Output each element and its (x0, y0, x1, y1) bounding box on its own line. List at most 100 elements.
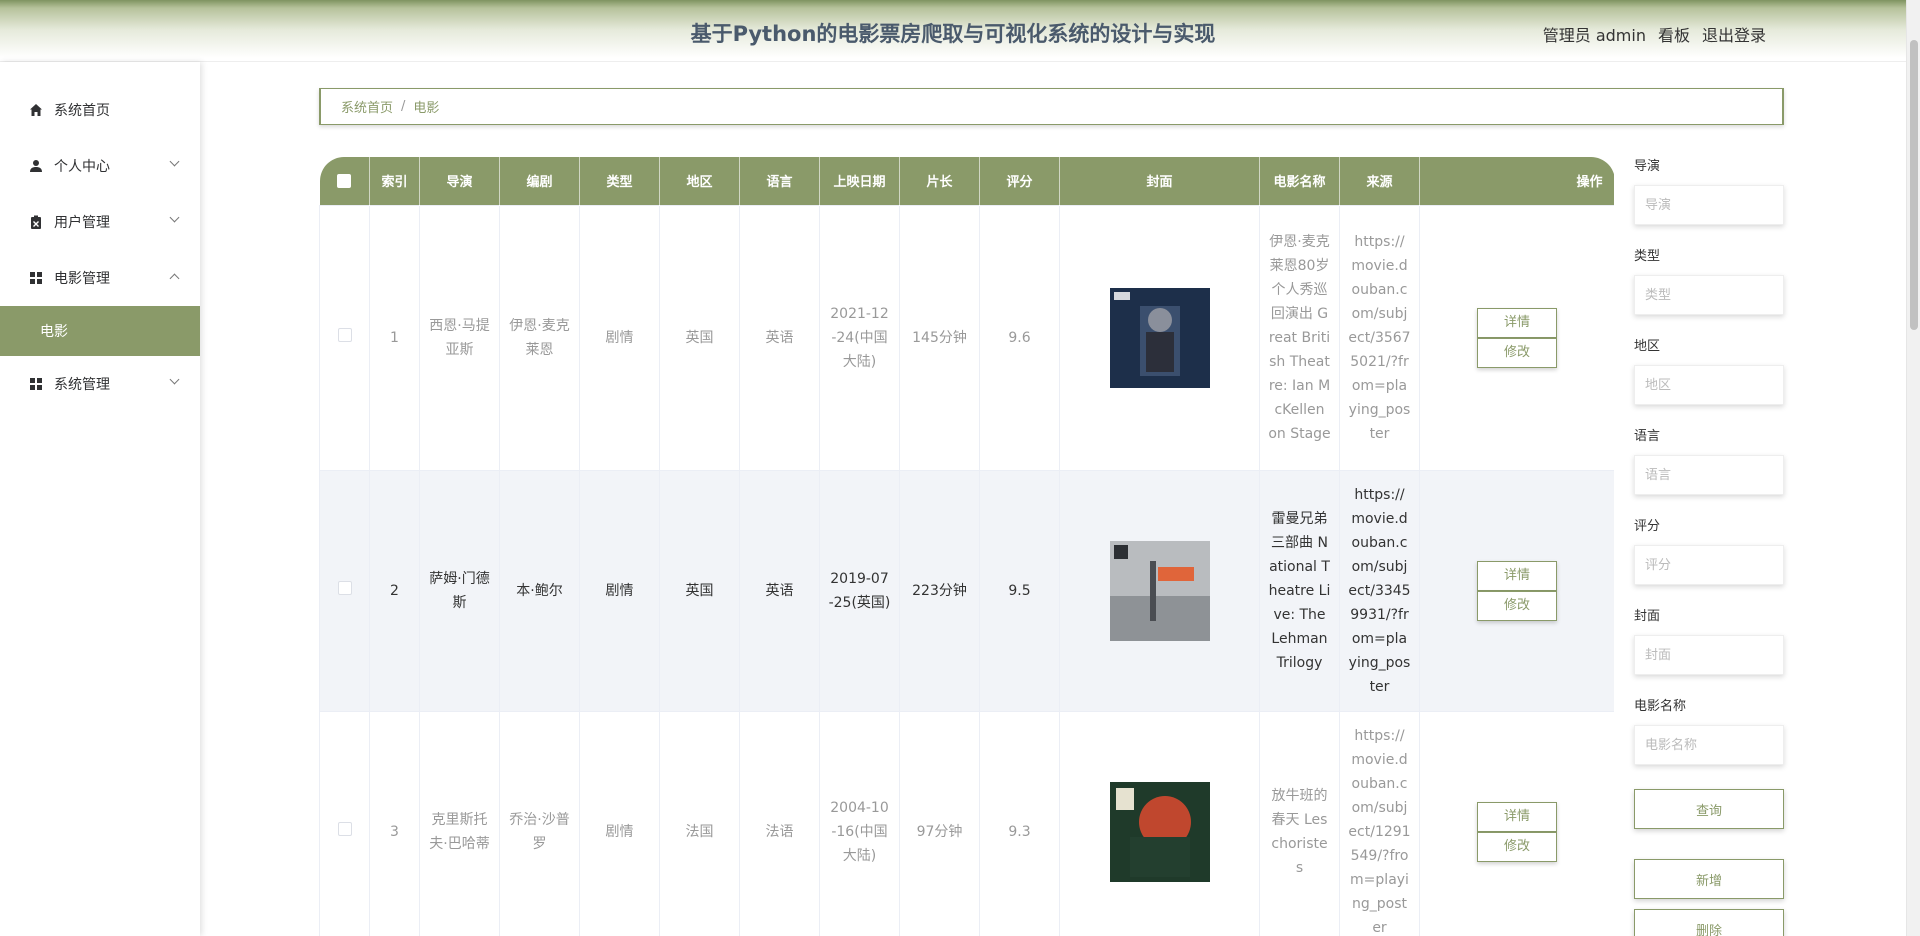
cell-genre: 剧情 (579, 204, 660, 471)
title-label: 电影名称 (1634, 699, 1687, 714)
edit-button[interactable]: 修改 (1477, 590, 1557, 621)
breadcrumb-home-link[interactable]: 系统首页 (341, 97, 393, 116)
cell-rating: 9.5 (979, 469, 1060, 712)
board-link[interactable]: 看板 (1658, 22, 1690, 46)
table-row: 1 西恩·马提亚斯 伊恩·麦克莱恩 剧情 英国 英语 2021-12-24(中国… (319, 204, 1614, 471)
edit-button[interactable]: 修改 (1477, 831, 1557, 862)
genre-input[interactable] (1634, 275, 1784, 315)
column-header-genre: 类型 (579, 157, 660, 205)
cell-title: 雷曼兄弟三部曲 National Theatre Live: The Lehma… (1259, 469, 1340, 712)
cell-release-date: 2019-07-25(英国) (819, 469, 900, 712)
cell-source: https://movie.douban.com/subject/1291549… (1339, 710, 1420, 936)
top-header: 基于Python的电影票房爬取与可视化系统的设计与实现 管理员 admin 看板… (0, 0, 1906, 62)
cell-genre: 剧情 (579, 710, 660, 936)
cell-language: 法语 (739, 710, 820, 936)
cell-actions: 详情 修改 (1419, 469, 1614, 712)
cell-cover (1059, 204, 1260, 471)
row-checkbox[interactable] (319, 204, 370, 471)
cell-source: https://movie.douban.com/subject/3567502… (1339, 204, 1420, 471)
sidebar-item-label: 个人中心 (54, 159, 110, 175)
cell-index: 1 (369, 204, 420, 471)
title-input[interactable] (1634, 725, 1784, 765)
cell-region: 英国 (659, 204, 740, 471)
row-checkbox[interactable] (319, 469, 370, 712)
cell-duration: 223分钟 (899, 469, 980, 712)
cell-release-date: 2021-12-24(中国大陆) (819, 204, 900, 471)
genre-label: 类型 (1634, 249, 1661, 264)
language-input[interactable] (1634, 455, 1784, 495)
sidebar-item-home[interactable]: 系统首页 (0, 82, 200, 138)
cell-writer: 乔治·沙普罗 (499, 710, 580, 936)
sidebar-item-label: 系统首页 (54, 103, 110, 119)
cell-director: 萨姆·门德斯 (419, 469, 500, 712)
sidebar-item-personal-center[interactable]: 个人中心 (0, 138, 200, 194)
cell-genre: 剧情 (579, 469, 660, 712)
detail-button[interactable]: 详情 (1477, 560, 1557, 591)
column-header-language: 语言 (739, 157, 820, 205)
cell-language: 英语 (739, 204, 820, 471)
sidebar-item-user-management[interactable]: 用户管理 (0, 194, 200, 250)
region-label: 地区 (1634, 339, 1661, 354)
rating-input[interactable] (1634, 545, 1784, 585)
column-header-index: 索引 (369, 157, 420, 205)
director-input[interactable] (1634, 185, 1784, 225)
chevron-down-icon (169, 156, 180, 167)
cell-writer: 伊恩·麦克莱恩 (499, 204, 580, 471)
scrollbar-thumb[interactable] (1910, 40, 1918, 330)
rating-label: 评分 (1634, 519, 1661, 534)
query-button[interactable]: 查询 (1634, 789, 1784, 829)
movie-poster-image[interactable] (1109, 540, 1210, 641)
delete-button[interactable]: 删除 (1634, 909, 1784, 936)
cell-release-date: 2004-10-16(中国大陆) (819, 710, 900, 936)
select-all-checkbox[interactable] (319, 157, 370, 205)
cell-source: https://movie.douban.com/subject/3345993… (1339, 469, 1420, 712)
cell-director: 克里斯托夫·巴哈蒂 (419, 710, 500, 936)
sidebar-subitem-movie[interactable]: 电影 (0, 306, 200, 356)
cell-title: 放牛班的春天 Les choristes (1259, 710, 1340, 936)
user-icon (28, 158, 44, 174)
language-label: 语言 (1634, 429, 1661, 444)
edit-button[interactable]: 修改 (1477, 337, 1557, 368)
cell-duration: 97分钟 (899, 710, 980, 936)
column-header-actions: 操作 (1419, 157, 1614, 205)
home-icon (28, 102, 44, 118)
clipboard-icon (28, 214, 44, 230)
movie-poster-image[interactable] (1109, 287, 1210, 388)
column-header-cover: 封面 (1059, 157, 1260, 205)
add-button[interactable]: 新增 (1634, 859, 1784, 899)
breadcrumb: 系统首页 / 电影 (319, 88, 1784, 125)
breadcrumb-current: 电影 (413, 101, 440, 116)
cell-index: 2 (369, 469, 420, 712)
page-scrollbar[interactable] (1906, 0, 1920, 936)
chevron-down-icon (169, 374, 180, 385)
table-row: 3 克里斯托夫·巴哈蒂 乔治·沙普罗 剧情 法国 法语 2004-10-16(中… (319, 710, 1614, 936)
detail-button[interactable]: 详情 (1477, 307, 1557, 338)
cell-index: 3 (369, 710, 420, 936)
cover-input[interactable] (1634, 635, 1784, 675)
column-header-release-date: 上映日期 (819, 157, 900, 205)
cell-title: 伊恩·麦克莱恩80岁个人秀巡回演出 Great British Theatre:… (1259, 204, 1340, 471)
cell-rating: 9.6 (979, 204, 1060, 471)
search-panel: 导演 类型 地区 语言 评分 封面 电影名称 查询 新增 删除 (1634, 157, 1784, 936)
cell-rating: 9.3 (979, 710, 1060, 936)
cell-duration: 145分钟 (899, 204, 980, 471)
movie-poster-image[interactable] (1109, 781, 1210, 882)
sidebar-item-label: 系统管理 (54, 377, 110, 393)
grid-icon (28, 376, 44, 392)
column-header-rating: 评分 (979, 157, 1060, 205)
column-header-region: 地区 (659, 157, 740, 205)
table-header-row: 索引 导演 编剧 类型 地区 语言 上映日期 片长 评分 封面 电影名称 来源 … (319, 157, 1614, 205)
region-input[interactable] (1634, 365, 1784, 405)
sidebar-item-movie-management[interactable]: 电影管理 (0, 250, 200, 306)
header-user-area: 管理员 admin 看板 退出登录 (1543, 22, 1766, 46)
movie-table: 索引 导演 编剧 类型 地区 语言 上映日期 片长 评分 封面 电影名称 来源 … (319, 157, 1614, 936)
detail-button[interactable]: 详情 (1477, 801, 1557, 832)
sidebar: 系统首页 个人中心 用户管理 电影管理 电影 系统管理 (0, 62, 200, 936)
director-label: 导演 (1634, 159, 1661, 174)
logout-link[interactable]: 退出登录 (1702, 22, 1766, 46)
sidebar-item-system-management[interactable]: 系统管理 (0, 356, 200, 412)
row-checkbox[interactable] (319, 710, 370, 936)
cell-region: 英国 (659, 469, 740, 712)
breadcrumb-separator: / (401, 99, 406, 114)
cell-writer: 本·鲍尔 (499, 469, 580, 712)
